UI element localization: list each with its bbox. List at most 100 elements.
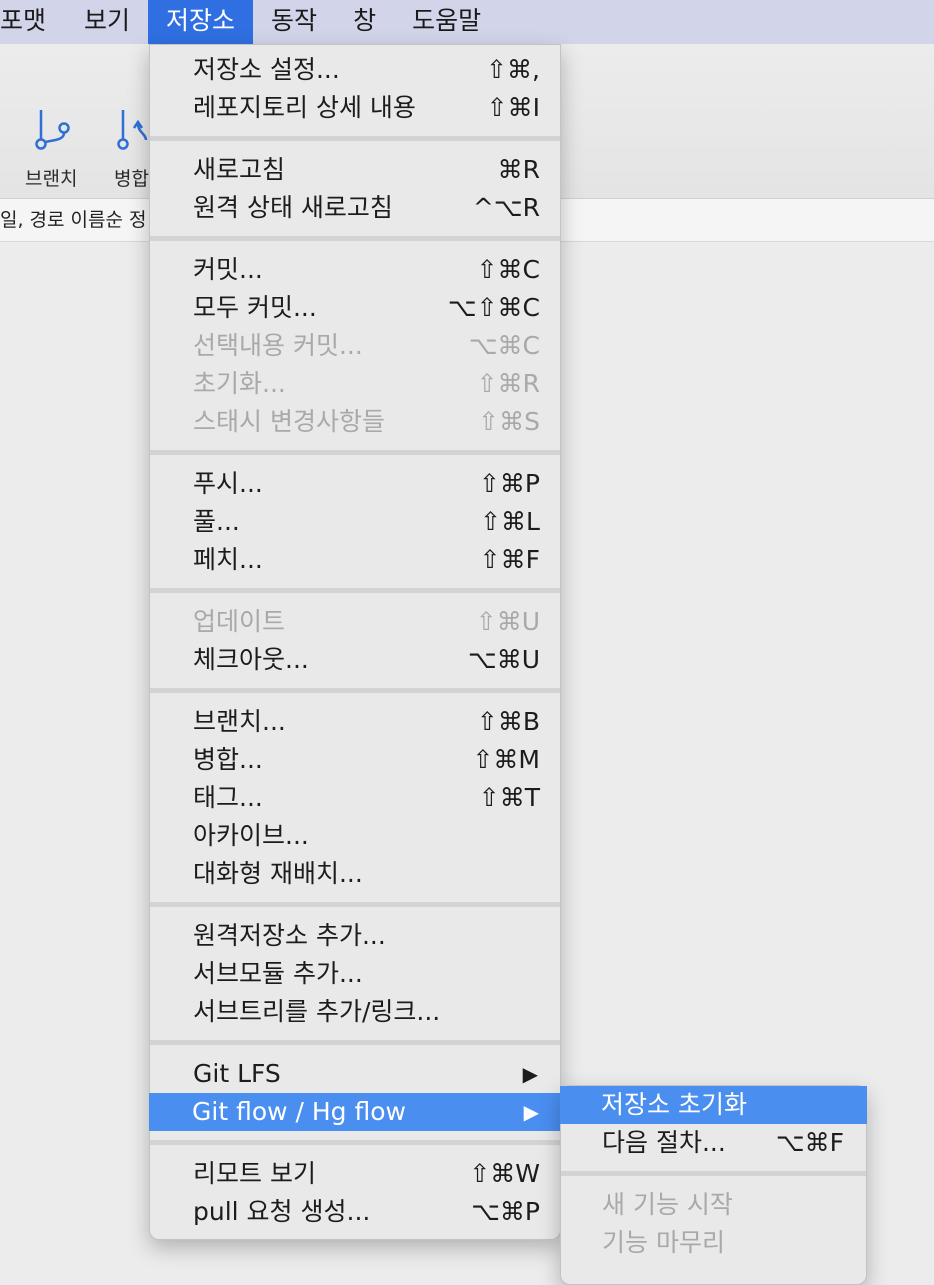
menu-separator — [150, 227, 560, 251]
menu-item-shortcut: ⌥⌘U — [467, 645, 540, 674]
menu-separator — [150, 127, 560, 151]
menu-item-shortcut: ⌘R — [497, 155, 540, 184]
menu-item-shortcut: ⌥⇧⌘C — [447, 293, 540, 322]
menu-item[interactable]: 원격 상태 새로고침 ^⌥R — [150, 189, 560, 227]
menu-item[interactable]: 대화형 재배치... — [150, 855, 560, 893]
menu-item: 선택내용 커밋... ⌥⌘C — [150, 327, 560, 365]
menu-item[interactable]: 풀... ⇧⌘L — [150, 503, 560, 541]
menu-item[interactable]: 저장소 설정... ⇧⌘, — [150, 51, 560, 89]
menu-separator — [150, 441, 560, 465]
menu-item[interactable]: 태그... ⇧⌘T — [150, 779, 560, 817]
menu-item-label: 초기화... — [193, 369, 286, 398]
menu-item[interactable]: 레포지토리 상세 내용 ⇧⌘I — [150, 89, 560, 127]
menubar-item-3[interactable]: 동작 — [253, 0, 335, 44]
menu-item-label: 커밋... — [193, 255, 263, 284]
menu-separator — [150, 679, 560, 703]
menu-separator — [561, 1162, 866, 1186]
menu-item-label: 모두 커밋... — [193, 293, 317, 322]
menu-item[interactable]: 리모트 보기 ⇧⌘W — [150, 1155, 560, 1193]
menu-item-label: 선택내용 커밋... — [193, 331, 363, 360]
menu-item-shortcut: ⇧⌘F — [479, 545, 540, 574]
menu-item-label: 리모트 보기 — [193, 1159, 316, 1188]
menu-item-label: 태그... — [193, 783, 263, 812]
menu-item-label: 서브트리를 추가/링크... — [193, 997, 441, 1026]
menu-item[interactable]: 모두 커밋... ⌥⇧⌘C — [150, 289, 560, 327]
menu-item[interactable]: 커밋... ⇧⌘C — [150, 251, 560, 289]
menu-item-shortcut: ⌥⌘F — [775, 1128, 844, 1157]
menu-item: 업데이트 ⇧⌘U — [150, 603, 560, 641]
menu-item[interactable]: 체크아웃... ⌥⌘U — [150, 641, 560, 679]
menubar-item-4[interactable]: 창 — [335, 0, 394, 44]
menu-item[interactable]: 아카이브... — [150, 817, 560, 855]
menu-item-shortcut: ⌥⌘C — [468, 331, 540, 360]
menu-item-shortcut: ⇧⌘I — [486, 93, 540, 122]
menu-item-label: 저장소 설정... — [193, 55, 340, 84]
branch-button[interactable]: 브랜치 — [14, 100, 94, 190]
merge-icon — [116, 106, 150, 156]
menu-item[interactable]: Git flow / Hg flow ▶ — [149, 1093, 561, 1131]
menu-item-shortcut: ⇧⌘T — [478, 783, 540, 812]
menu-item[interactable]: 브랜치... ⇧⌘B — [150, 703, 560, 741]
menu-item[interactable]: 서브트리를 추가/링크... — [150, 993, 560, 1031]
menu-separator — [150, 1131, 560, 1155]
menu-item: 기능 마무리 — [561, 1224, 866, 1262]
menu-item-label: 저장소 초기화 — [601, 1090, 747, 1119]
menu-item-label: 서브모듈 추가... — [193, 959, 363, 988]
submenu-arrow-icon: ▶ — [523, 1100, 539, 1124]
merge-label: 병합 — [114, 168, 149, 190]
menu-item[interactable]: 서브모듈 추가... — [150, 955, 560, 993]
menu-item-label: 새 기능 시작 — [602, 1190, 733, 1219]
menu-item-shortcut: ⇧⌘P — [478, 469, 540, 498]
menu-item-shortcut: ⌥⌘P — [471, 1197, 540, 1226]
menubar-item-0[interactable]: 포맷 — [0, 0, 66, 44]
menubar-item-1[interactable]: 보기 — [66, 0, 148, 44]
menu-item: 스태시 변경사항들 ⇧⌘S — [150, 403, 560, 441]
branch-icon — [34, 106, 74, 156]
menu-item: 초기화... ⇧⌘R — [150, 365, 560, 403]
menu-item-shortcut: ⇧⌘M — [472, 745, 540, 774]
menu-item[interactable]: 저장소 초기화 — [560, 1086, 867, 1124]
repository-menu: 저장소 설정... ⇧⌘, 레포지토리 상세 내용 ⇧⌘I 새로고침 ⌘R 원격 상태 새로… — [149, 44, 561, 1240]
menu-item-label: 스태시 변경사항들 — [193, 407, 385, 436]
menu-item-label: Git flow / Hg flow — [192, 1097, 406, 1126]
menu-item-label: 체크아웃... — [193, 645, 309, 674]
menu-separator — [150, 893, 560, 917]
menu-item[interactable]: 푸시... ⇧⌘P — [150, 465, 560, 503]
menu-separator — [150, 579, 560, 603]
menu-item-label: pull 요청 생성... — [193, 1197, 371, 1226]
menu-item-label: 브랜치... — [193, 707, 286, 736]
menu-item-shortcut: ⇧⌘B — [476, 707, 540, 736]
menu-item[interactable]: 병합... ⇧⌘M — [150, 741, 560, 779]
submenu-arrow-icon: ▶ — [522, 1062, 538, 1086]
menubar-item-5[interactable]: 도움말 — [394, 0, 499, 44]
menu-item-label: 레포지토리 상세 내용 — [193, 93, 416, 122]
menu-item-label: 다음 절차... — [602, 1128, 726, 1157]
menu-item-shortcut: ⇧⌘R — [476, 369, 540, 398]
menu-item-label: 새로고침 — [193, 155, 286, 184]
menu-item[interactable]: Git LFS ▶ — [150, 1055, 560, 1093]
menu-item[interactable]: 새로고침 ⌘R — [150, 151, 560, 189]
branch-label: 브랜치 — [25, 168, 78, 190]
menu-item-label: 페치... — [193, 545, 263, 574]
menu-item[interactable]: 페치... ⇧⌘F — [150, 541, 560, 579]
merge-button[interactable]: 병합 — [100, 100, 150, 190]
menu-item: 새 기능 시작 — [561, 1186, 866, 1224]
menu-item-label: 원격저장소 추가... — [193, 921, 386, 950]
menu-item-label: 기능 마무리 — [602, 1228, 725, 1257]
menu-item-shortcut: ^⌥R — [472, 193, 540, 222]
menu-separator — [150, 1031, 560, 1055]
menu-item-shortcut: ⇧⌘W — [469, 1159, 540, 1188]
menu-item-shortcut: ⇧⌘U — [475, 607, 540, 636]
menu-item-label: Git LFS — [193, 1059, 281, 1088]
menu-item-label: 푸시... — [193, 469, 263, 498]
menu-item-label: 원격 상태 새로고침 — [193, 193, 393, 222]
menu-item[interactable]: 다음 절차... ⌥⌘F — [561, 1124, 866, 1162]
menubar: 포맷 보기 저장소 동작 창 도움말 — [0, 0, 934, 44]
menu-item-label: 풀... — [193, 507, 240, 536]
menubar-item-2[interactable]: 저장소 — [148, 0, 254, 44]
menu-item-label: 대화형 재배치... — [193, 859, 363, 888]
sort-status-text: 일, 경로 이름순 정 — [0, 209, 147, 231]
menu-item[interactable]: pull 요청 생성... ⌥⌘P — [150, 1193, 560, 1231]
menu-item-shortcut: ⇧⌘, — [486, 55, 540, 84]
menu-item[interactable]: 원격저장소 추가... — [150, 917, 560, 955]
